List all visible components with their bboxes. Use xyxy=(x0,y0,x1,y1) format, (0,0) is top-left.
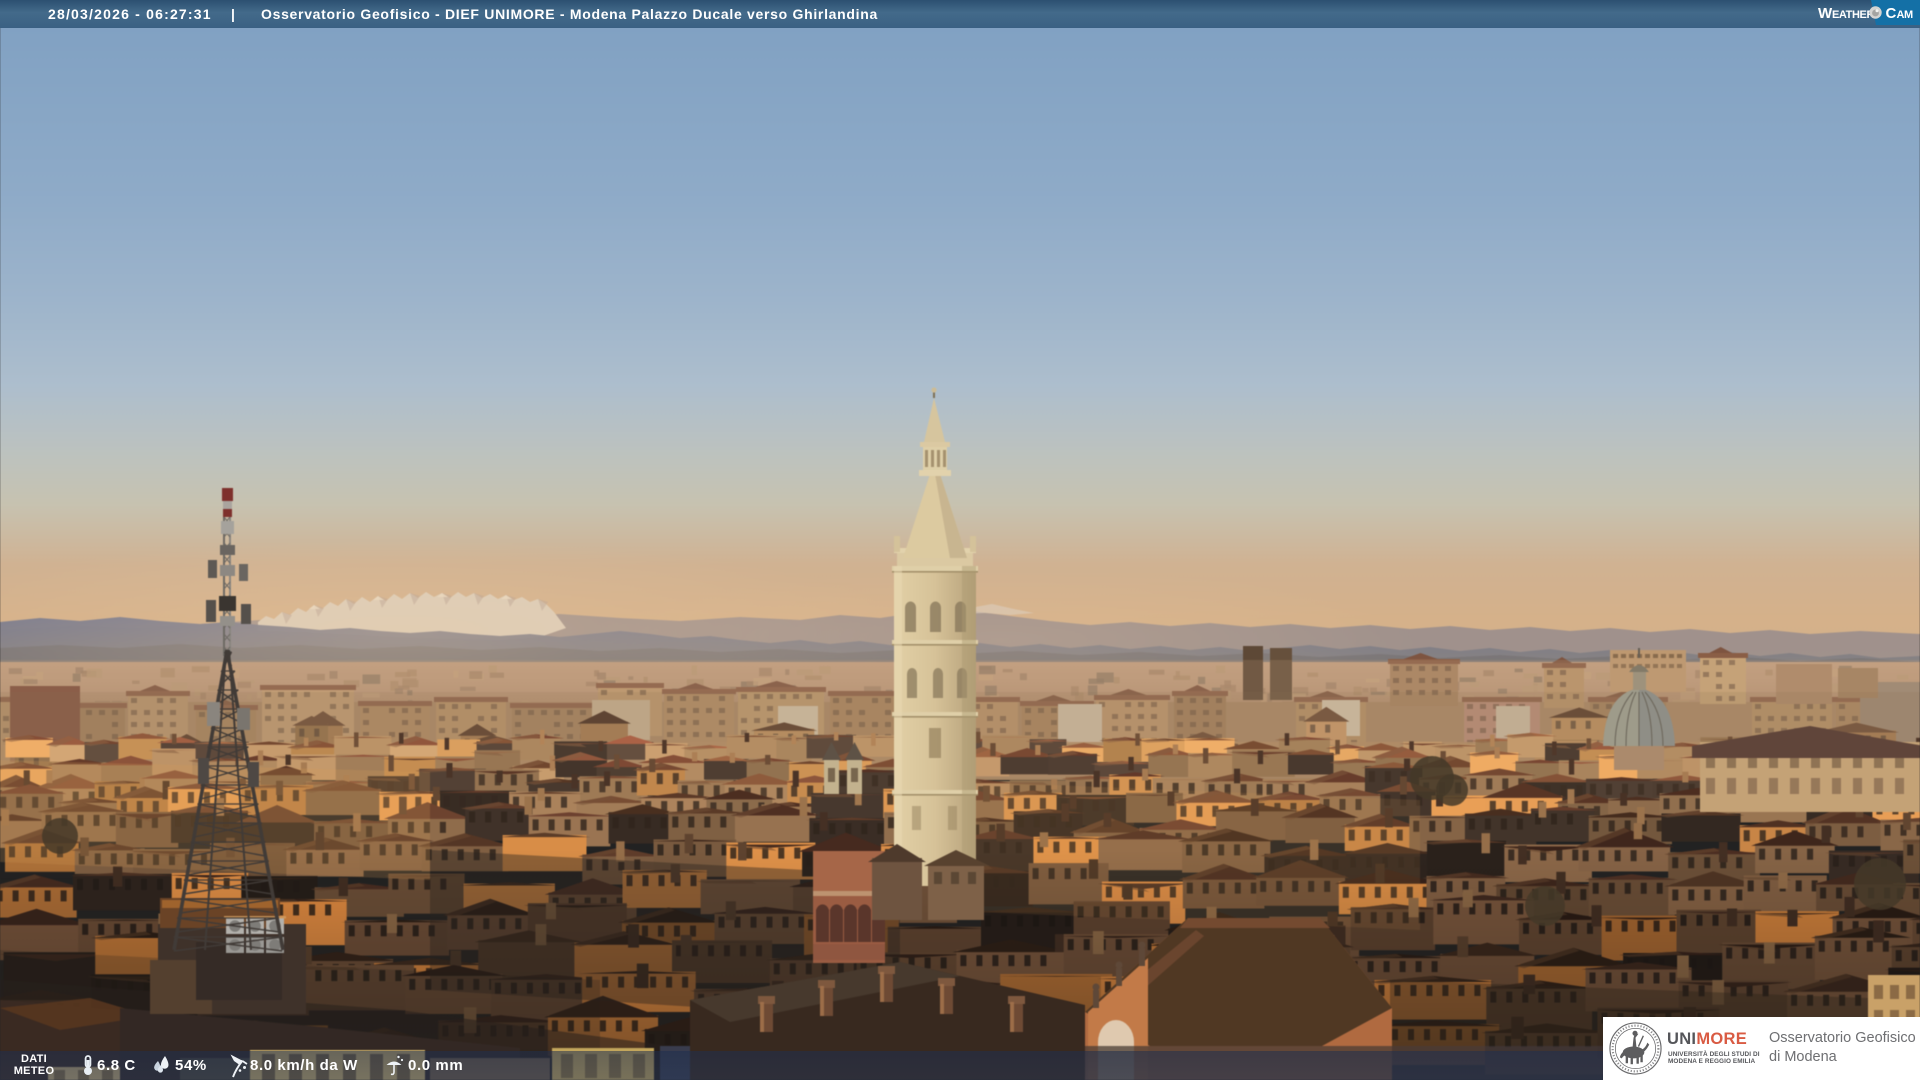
svg-text:AM: AM xyxy=(1897,9,1914,21)
svg-text:C: C xyxy=(1886,5,1897,22)
svg-text:EATHER: EATHER xyxy=(1832,9,1874,21)
svg-text:W: W xyxy=(1818,5,1833,22)
